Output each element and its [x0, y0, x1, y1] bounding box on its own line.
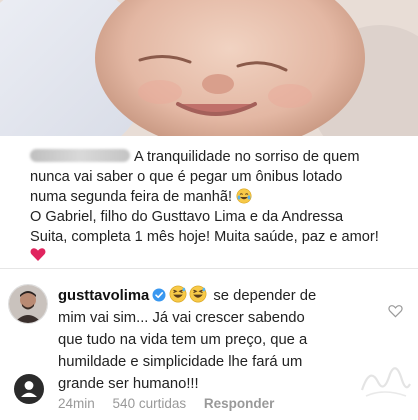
caption-line-3: numa segunda feira de manhã!	[30, 189, 233, 205]
caption-line-4: O Gabriel, filho do Gusttavo Lima e da A…	[30, 209, 344, 225]
viewer-avatar[interactable]	[14, 374, 44, 404]
grinning-sweat-icon	[169, 285, 187, 303]
comment-username[interactable]: gusttavolima	[58, 288, 149, 304]
comment-text-line-4: humildade e simplicidade lhe fará um	[58, 354, 303, 370]
blurred-username	[30, 149, 130, 162]
reply-button[interactable]: Responder	[204, 396, 275, 411]
divider	[0, 268, 418, 269]
comment-meta: 24min 540 curtidas Responder	[58, 396, 288, 411]
comment-text-line-1: se depender de	[213, 288, 317, 304]
caption-line-2: nunca vai saber o que é pegar um ônibus …	[30, 169, 343, 185]
tears-of-joy-icon	[236, 188, 252, 204]
avatar[interactable]	[8, 284, 48, 324]
comment-likes[interactable]: 540 curtidas	[113, 396, 187, 411]
grinning-sweat-icon	[189, 285, 207, 303]
comment-text-line-2: mim vai sim... Já vai crescer sabendo	[58, 310, 305, 326]
like-heart-icon[interactable]	[388, 304, 403, 318]
post-caption: A tranquilidade no sorriso de quem nunca…	[30, 147, 410, 268]
baby-photo	[0, 0, 418, 136]
red-heart-icon	[30, 248, 46, 261]
caption-line-5: Suita, completa 1 mês hoje! Muita saúde,…	[30, 229, 379, 245]
comment-time: 24min	[58, 396, 95, 411]
comment-body: gusttavolima se depender de mim vai sim.…	[58, 285, 358, 395]
watermark-logo	[360, 367, 411, 397]
comment-text-line-5: grande ser humano!!!	[58, 376, 199, 392]
caption-line-1: A tranquilidade no sorriso de quem	[134, 149, 360, 165]
verified-badge-icon	[152, 288, 166, 302]
comment-text-line-3: que tudo na vida tem um preço, que a	[58, 332, 308, 348]
